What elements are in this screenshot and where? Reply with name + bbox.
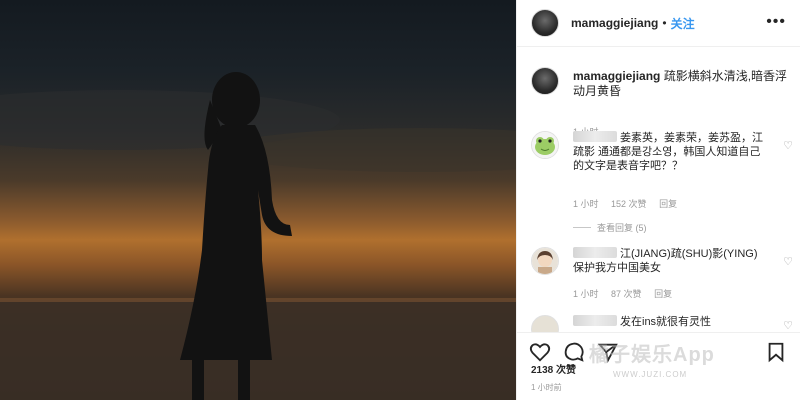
comment-time: 1 小时 (573, 289, 599, 299)
heart-small-icon[interactable]: ♡ (783, 255, 793, 268)
frog-avatar[interactable] (531, 131, 559, 159)
post-header: mamaggiejiang • 关注 ••• (517, 0, 800, 47)
comment-text: 江(JIANG)疏(SHU)影(YING) 保护我方中国美女 (573, 247, 768, 275)
bookmark-icon[interactable] (765, 341, 787, 363)
comment-icon[interactable] (563, 341, 585, 363)
more-horizontal-icon[interactable]: ••• (766, 13, 786, 31)
comments-list[interactable]: mamaggiejiang 疏影横斜水清浅,暗香浮动月黄昏 1 小时 姜素英，姜… (517, 47, 800, 332)
comment-text: 姜素英，姜素荣，姜苏盈，江疏影 通通都是강소영，韩国人知道自己的文字是表音字吧？… (573, 131, 768, 173)
likes-count[interactable]: 2138 次赞 (531, 361, 576, 376)
heart-small-icon[interactable]: ♡ (783, 319, 793, 332)
post-username[interactable]: mamaggiejiang (571, 16, 658, 30)
post-time: 1 小时前 (531, 383, 562, 392)
caption-avatar[interactable] (531, 67, 559, 95)
comment-text: 发在ins就很有灵性 (573, 315, 768, 329)
reply-button[interactable]: 回复 (659, 199, 677, 209)
comment-likes[interactable]: 152 次赞 (611, 199, 647, 209)
post-panel: mamaggiejiang • 关注 ••• mamaggiejiang 疏影横… (517, 0, 800, 400)
girl-avatar[interactable] (531, 247, 559, 275)
comment-likes[interactable]: 87 次赞 (611, 289, 642, 299)
comment-meta: 1 小时 87 次赞 回复 (573, 287, 682, 300)
blurred-username (573, 131, 617, 142)
user-avatar[interactable] (531, 9, 559, 37)
post-photo[interactable] (0, 0, 516, 400)
view-replies-button[interactable]: 查看回复 (5) (573, 221, 647, 234)
heart-icon[interactable] (529, 341, 551, 363)
blurred-username (573, 247, 617, 258)
comment-body: 发在ins就很有灵性 (620, 316, 712, 328)
reply-button[interactable]: 回复 (654, 289, 672, 299)
comment-time: 1 小时 (573, 199, 599, 209)
heart-small-icon[interactable]: ♡ (783, 139, 793, 152)
silhouette-scene (0, 72, 516, 400)
user-avatar[interactable] (531, 315, 559, 332)
share-icon[interactable] (597, 341, 619, 363)
caption-username[interactable]: mamaggiejiang (573, 69, 660, 83)
follow-button[interactable]: 关注 (671, 15, 695, 32)
blurred-username (573, 315, 617, 326)
separator-dot: • (662, 16, 667, 30)
comment-meta: 1 小时 152 次赞 回复 (573, 197, 687, 210)
caption-text: mamaggiejiang 疏影横斜水清浅,暗香浮动月黄昏 (573, 69, 788, 99)
